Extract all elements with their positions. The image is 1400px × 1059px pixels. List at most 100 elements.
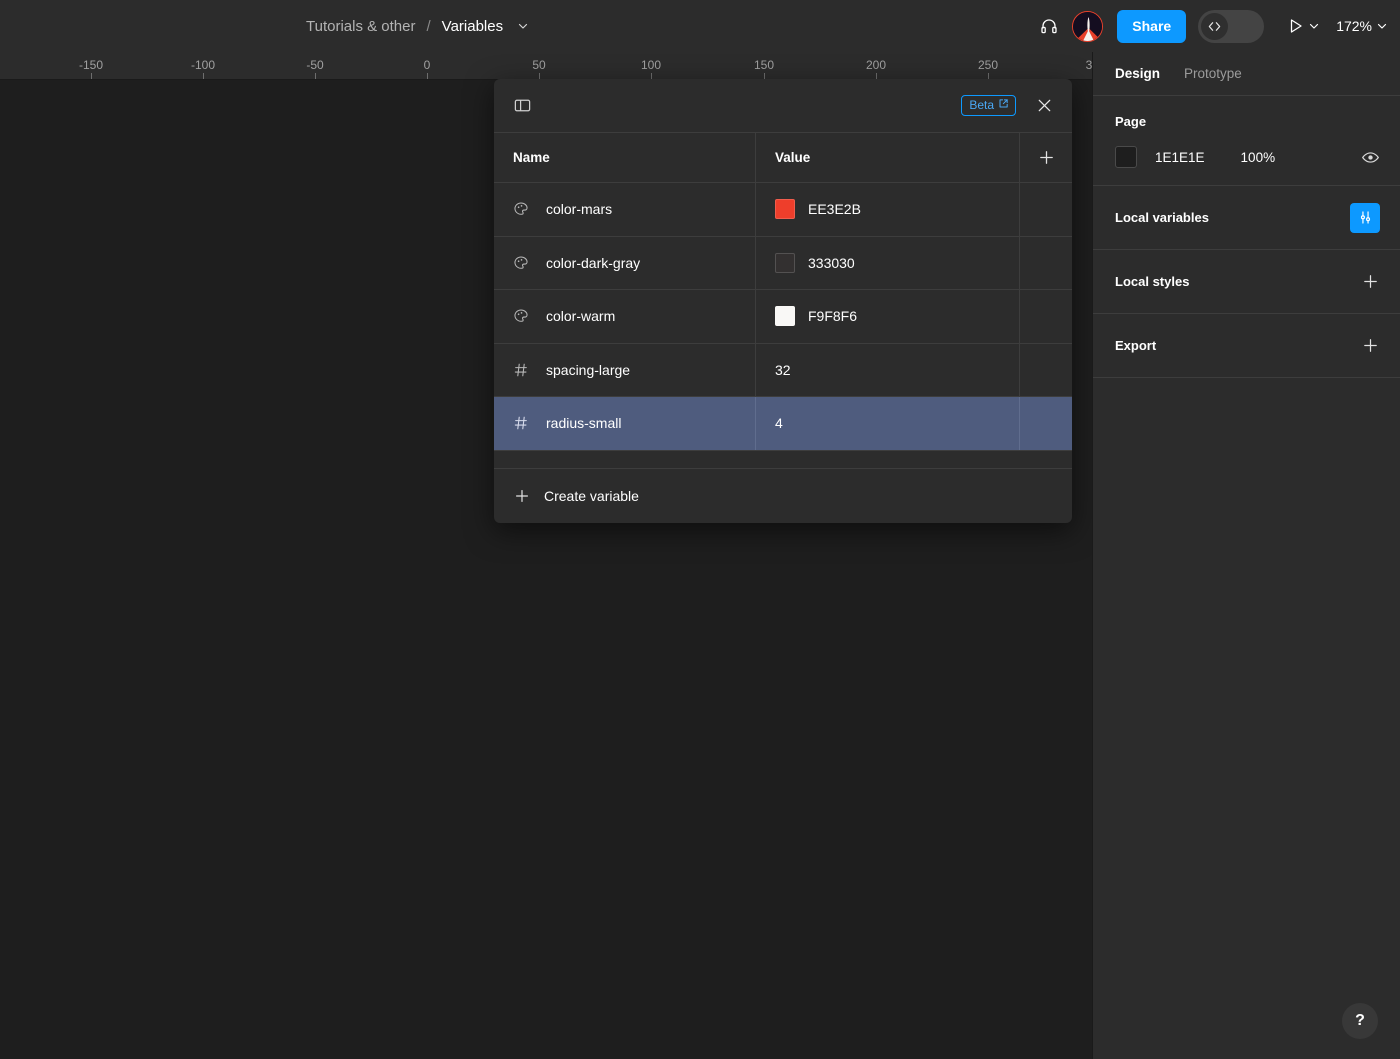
ruler-tick-label: 250 (977, 58, 999, 72)
variable-name-cell[interactable]: color-mars (494, 183, 756, 236)
variable-value-label: 333030 (808, 254, 855, 271)
variable-name-label: color-dark-gray (546, 254, 641, 271)
table-row[interactable]: spacing-large 32 (494, 343, 1072, 397)
table-empty-space (494, 451, 1072, 469)
sidebar-item-local-styles[interactable]: Local styles (1093, 250, 1400, 314)
zoom-control[interactable]: 172% (1336, 18, 1388, 34)
ruler-tick-label: 50 (532, 58, 546, 72)
tab-prototype[interactable]: Prototype (1184, 66, 1242, 81)
variable-name-label: color-mars (546, 201, 613, 218)
zoom-chevron-down-icon[interactable] (1376, 20, 1388, 32)
ruler-tick-label: 150 (753, 58, 775, 72)
sidebar-item-local-variables[interactable]: Local variables (1093, 186, 1400, 250)
ruler-tick-mark (427, 73, 428, 79)
right-properties-panel: Design Prototype Page 1E1E1E 100% Local … (1092, 52, 1400, 1059)
page-color-hex[interactable]: 1E1E1E (1155, 150, 1205, 165)
variable-name-cell[interactable]: color-warm (494, 290, 756, 343)
panel-layout-icon[interactable] (508, 92, 536, 120)
beta-badge[interactable]: Beta (961, 95, 1016, 116)
figma-app: Tutorials & other / Variables Share 172%… (0, 0, 1400, 1059)
color-swatch[interactable] (775, 252, 795, 273)
page-background-row: 1E1E1E 100% (1093, 129, 1400, 185)
page-section-title: Page (1115, 114, 1147, 129)
variable-name-label: spacing-large (546, 361, 631, 378)
table-row[interactable]: color-warm F9F8F6 (494, 290, 1072, 344)
add-variable-button[interactable] (1020, 133, 1072, 182)
sidebar-item-export[interactable]: Export (1093, 314, 1400, 378)
column-header-value: Value (756, 133, 1020, 182)
panel-tabs: Design Prototype (1093, 52, 1400, 96)
ruler-tick-mark (315, 73, 316, 79)
variable-name-label: color-warm (546, 308, 616, 325)
page-color-opacity[interactable]: 100% (1241, 150, 1276, 165)
table-row[interactable]: radius-small 4 (494, 397, 1072, 451)
column-header-name: Name (494, 133, 756, 182)
horizontal-ruler: -150 -100 -50 0 50 100 150 200 250 3 (0, 52, 1092, 80)
variable-extra-cell[interactable] (1020, 290, 1072, 343)
variable-value-cell[interactable]: 333030 (756, 236, 1020, 289)
variable-name-cell[interactable]: color-dark-gray (494, 236, 756, 289)
ruler-tick-mark (91, 73, 92, 79)
variable-value-cell[interactable]: 32 (756, 343, 1020, 396)
variable-value-label: 32 (775, 361, 791, 378)
breadcrumb-project[interactable]: Tutorials & other (306, 18, 416, 35)
palette-icon (513, 255, 529, 271)
table-row[interactable]: color-dark-gray 333030 (494, 236, 1072, 290)
variables-row-list: color-mars EE3E2B color-dark-gray 333030 col… (494, 183, 1072, 451)
plus-icon (513, 487, 531, 505)
close-icon[interactable] (1030, 92, 1058, 120)
tab-design[interactable]: Design (1115, 66, 1160, 81)
dev-mode-toggle[interactable] (1198, 9, 1265, 43)
headphones-icon[interactable] (1031, 8, 1067, 44)
present-chevron-down-icon[interactable] (1308, 20, 1320, 32)
avatar[interactable] (1072, 10, 1104, 42)
sliders-icon[interactable] (1350, 202, 1380, 233)
breadcrumb-file[interactable]: Variables (442, 18, 503, 35)
ruler-tick-mark (203, 73, 204, 79)
top-toolbar: Tutorials & other / Variables Share 172% (0, 0, 1400, 52)
plus-icon[interactable] (1361, 272, 1380, 291)
present-button[interactable] (1286, 16, 1320, 36)
variable-name-cell[interactable]: radius-small (494, 397, 756, 450)
ruler-tick-label: 200 (865, 58, 887, 72)
variable-value-cell[interactable]: EE3E2B (756, 183, 1020, 236)
eye-icon[interactable] (1361, 148, 1380, 167)
plus-icon[interactable] (1361, 336, 1380, 355)
variable-value-label: F9F8F6 (808, 308, 858, 325)
color-swatch[interactable] (775, 306, 795, 327)
external-link-icon (998, 98, 1009, 112)
variable-value-cell[interactable]: F9F8F6 (756, 290, 1020, 343)
page-section: Page 1E1E1E 100% (1093, 96, 1400, 186)
local-variables-label: Local variables (1115, 210, 1209, 225)
ruler-tick-label: -50 (306, 58, 324, 72)
variable-extra-cell[interactable] (1020, 237, 1072, 290)
code-icon (1201, 12, 1229, 40)
variable-extra-cell[interactable] (1020, 397, 1072, 450)
ruler-tick-label: -100 (190, 58, 216, 72)
variable-extra-cell[interactable] (1020, 183, 1072, 236)
export-label: Export (1115, 338, 1157, 353)
color-swatch[interactable] (775, 199, 795, 220)
share-button[interactable]: Share (1117, 9, 1187, 43)
table-header-row: Name Value (494, 133, 1072, 183)
modal-header: Beta (494, 79, 1072, 133)
variable-extra-cell[interactable] (1020, 344, 1072, 397)
breadcrumb-separator: / (426, 17, 431, 35)
variable-name-cell[interactable]: spacing-large (494, 343, 756, 396)
chevron-down-icon[interactable] (517, 20, 529, 32)
hash-icon (513, 415, 529, 431)
palette-icon (513, 308, 529, 324)
local-styles-label: Local styles (1115, 274, 1190, 289)
page-color-swatch[interactable] (1115, 146, 1137, 168)
variable-value-label: 4 (775, 415, 783, 432)
ruler-tick-label: 0 (423, 58, 431, 72)
variable-value-cell[interactable]: 4 (756, 397, 1020, 450)
zoom-level-label: 172% (1336, 18, 1372, 34)
ruler-tick-label: 100 (640, 58, 662, 72)
create-variable-button[interactable]: Create variable (494, 469, 1072, 524)
variable-name-label: radius-small (546, 415, 622, 432)
variable-value-label: EE3E2B (808, 201, 861, 218)
help-button[interactable]: ? (1342, 1003, 1378, 1039)
table-row[interactable]: color-mars EE3E2B (494, 183, 1072, 237)
beta-label: Beta (969, 98, 994, 112)
